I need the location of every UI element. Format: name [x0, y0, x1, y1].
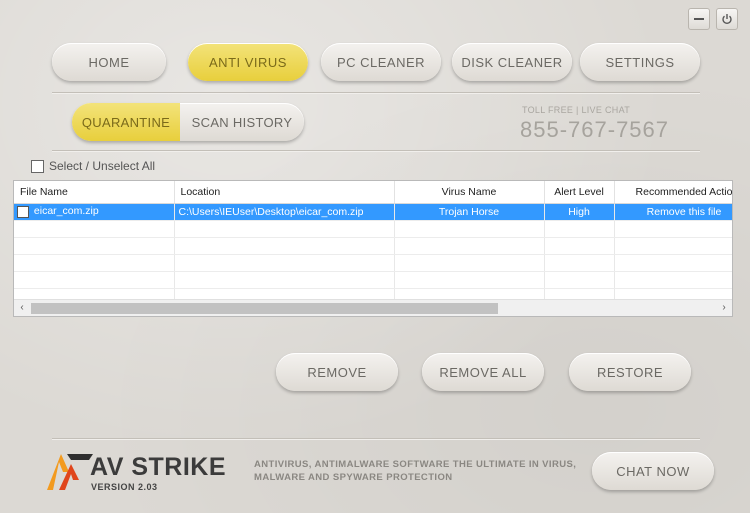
- quarantine-table: File Name Location Virus Name Alert Leve…: [13, 180, 733, 317]
- table-row: [14, 271, 732, 289]
- remove-all-button[interactable]: REMOVE ALL: [422, 353, 544, 391]
- table-row: [14, 237, 732, 255]
- column-alert-level[interactable]: Alert Level: [544, 181, 615, 204]
- scrollbar-thumb[interactable]: [31, 303, 498, 314]
- location-cell: C:\Users\IEUser\Desktop\eicar_com.zip: [174, 203, 395, 221]
- restore-button[interactable]: RESTORE: [569, 353, 691, 391]
- column-recommended-action[interactable]: Recommended Actio: [614, 181, 732, 204]
- nav-home-button[interactable]: HOME: [52, 43, 166, 81]
- power-icon: [722, 14, 732, 25]
- column-file-name[interactable]: File Name: [14, 181, 175, 204]
- nav-settings-button[interactable]: SETTINGS: [580, 43, 700, 81]
- file-cell: eicar_com.zip: [14, 203, 175, 221]
- scroll-right-icon[interactable]: ›: [717, 302, 731, 313]
- nav-disk-cleaner-button[interactable]: DISK CLEANER: [452, 43, 572, 81]
- brand-name: AV STRIKE: [90, 453, 227, 481]
- checkbox-icon: [31, 159, 44, 173]
- minimize-button[interactable]: [688, 8, 710, 30]
- table-row: [14, 220, 732, 238]
- avstrike-logo-icon: [47, 454, 93, 490]
- nav-antivirus-button[interactable]: ANTI VIRUS: [188, 43, 308, 81]
- chat-now-button[interactable]: CHAT NOW: [592, 452, 714, 490]
- remove-button[interactable]: REMOVE: [276, 353, 398, 391]
- nav-pc-cleaner-button[interactable]: PC CLEANER: [321, 43, 441, 81]
- select-all-checkbox[interactable]: Select / Unselect All: [31, 159, 155, 173]
- tab-quarantine[interactable]: QUARANTINE: [72, 103, 180, 141]
- scroll-left-icon[interactable]: ‹: [15, 302, 29, 313]
- table-row[interactable]: eicar_com.zip C:\Users\IEUser\Desktop\ei…: [14, 203, 732, 221]
- divider: [52, 92, 700, 93]
- table-header: File Name Location Virus Name Alert Leve…: [14, 181, 732, 204]
- alert-cell: High: [544, 203, 615, 221]
- divider: [52, 438, 700, 439]
- tab-scan-history[interactable]: SCAN HISTORY: [180, 103, 304, 141]
- horizontal-scrollbar[interactable]: ‹ ›: [14, 299, 732, 316]
- phone-number: 855-767-7567: [520, 117, 670, 142]
- sub-tabs: QUARANTINE SCAN HISTORY: [72, 103, 304, 141]
- column-location[interactable]: Location: [174, 181, 395, 204]
- contact-label: TOLL FREE | LIVE CHAT: [522, 105, 630, 115]
- select-all-label: Select / Unselect All: [49, 159, 156, 173]
- column-virus-name[interactable]: Virus Name: [394, 181, 545, 204]
- version-label: VERSION 2.03: [91, 482, 158, 492]
- tagline: ANTIVIRUS, ANTIMALWARE SOFTWARE THE ULTI…: [254, 459, 577, 483]
- table-row: [14, 254, 732, 272]
- row-checkbox[interactable]: [17, 205, 29, 218]
- divider: [52, 150, 700, 151]
- file-name: eicar_com.zip: [31, 205, 101, 218]
- action-cell: Remove this file: [614, 203, 732, 221]
- power-button[interactable]: [716, 8, 738, 30]
- virus-cell: Trojan Horse: [394, 203, 545, 221]
- minimize-icon: [694, 18, 704, 20]
